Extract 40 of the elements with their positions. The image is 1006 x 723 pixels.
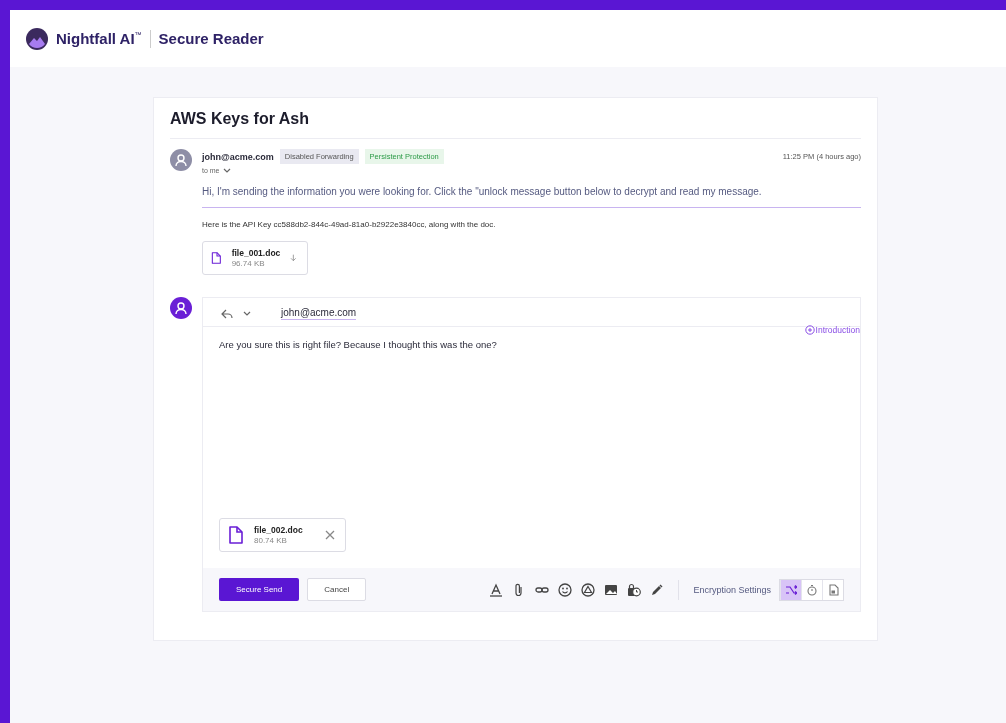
introduction-link[interactable]: Introduction — [804, 325, 860, 335]
message-subject: AWS Keys for Ash — [170, 110, 861, 139]
encryption-option[interactable] — [822, 579, 843, 600]
brand-name: Nightfall AI — [56, 30, 135, 47]
lock-clock-icon[interactable] — [627, 582, 642, 597]
logo-icon — [26, 27, 48, 50]
attachment-card[interactable]: file_002.doc 80.74 KB — [219, 518, 346, 552]
avatar-icon — [170, 297, 192, 319]
chevron-down-icon[interactable] — [243, 310, 251, 317]
stopwatch-icon — [806, 583, 818, 596]
image-icon[interactable] — [604, 582, 619, 597]
plus-circle-icon — [804, 325, 815, 335]
secure-send-button[interactable]: Secure Send — [219, 578, 300, 601]
message-body: Here is the API Key cc588db2-844c-49ad-81a0-b2922e3840cc, along with the doc. — [202, 220, 497, 229]
pen-icon[interactable] — [650, 582, 665, 597]
reply-icon[interactable] — [221, 308, 233, 319]
chevron-down-icon — [222, 167, 231, 174]
cancel-button[interactable]: Cancel — [307, 578, 367, 601]
file-size: 80.74 KB — [254, 536, 288, 545]
file-name: file_002.doc — [254, 525, 304, 535]
encryption-option[interactable] — [801, 579, 822, 600]
document-icon — [211, 249, 222, 267]
smiley-icon[interactable] — [558, 582, 573, 597]
close-icon[interactable] — [325, 530, 335, 540]
notice-text: Hi, I'm sending the information you were looking for. Click the "unlock message button below to decrypt and read my message. — [202, 186, 861, 208]
locked-document-icon — [827, 583, 839, 596]
encryption-option[interactable] — [780, 579, 801, 600]
drive-icon[interactable] — [581, 582, 596, 597]
encryption-settings-label: Encryption Settings — [693, 584, 771, 595]
file-size: 96.74 KB — [231, 259, 266, 268]
avatar-icon — [170, 149, 192, 171]
shuffle-icon — [785, 583, 797, 596]
attachment-card[interactable]: file_001.doc 96.74 KB — [202, 241, 308, 275]
sender-email: john@acme.com — [202, 151, 274, 162]
file-name: file_001.doc — [231, 248, 281, 258]
recipient-field[interactable]: john@acme.com — [281, 307, 357, 320]
document-icon — [228, 526, 244, 544]
reply-text-field[interactable]: Are you sure this is right file? Because I thought this was the one? — [219, 339, 860, 350]
text-format-icon[interactable] — [489, 582, 504, 597]
product-name: Secure Reader — [158, 30, 264, 47]
